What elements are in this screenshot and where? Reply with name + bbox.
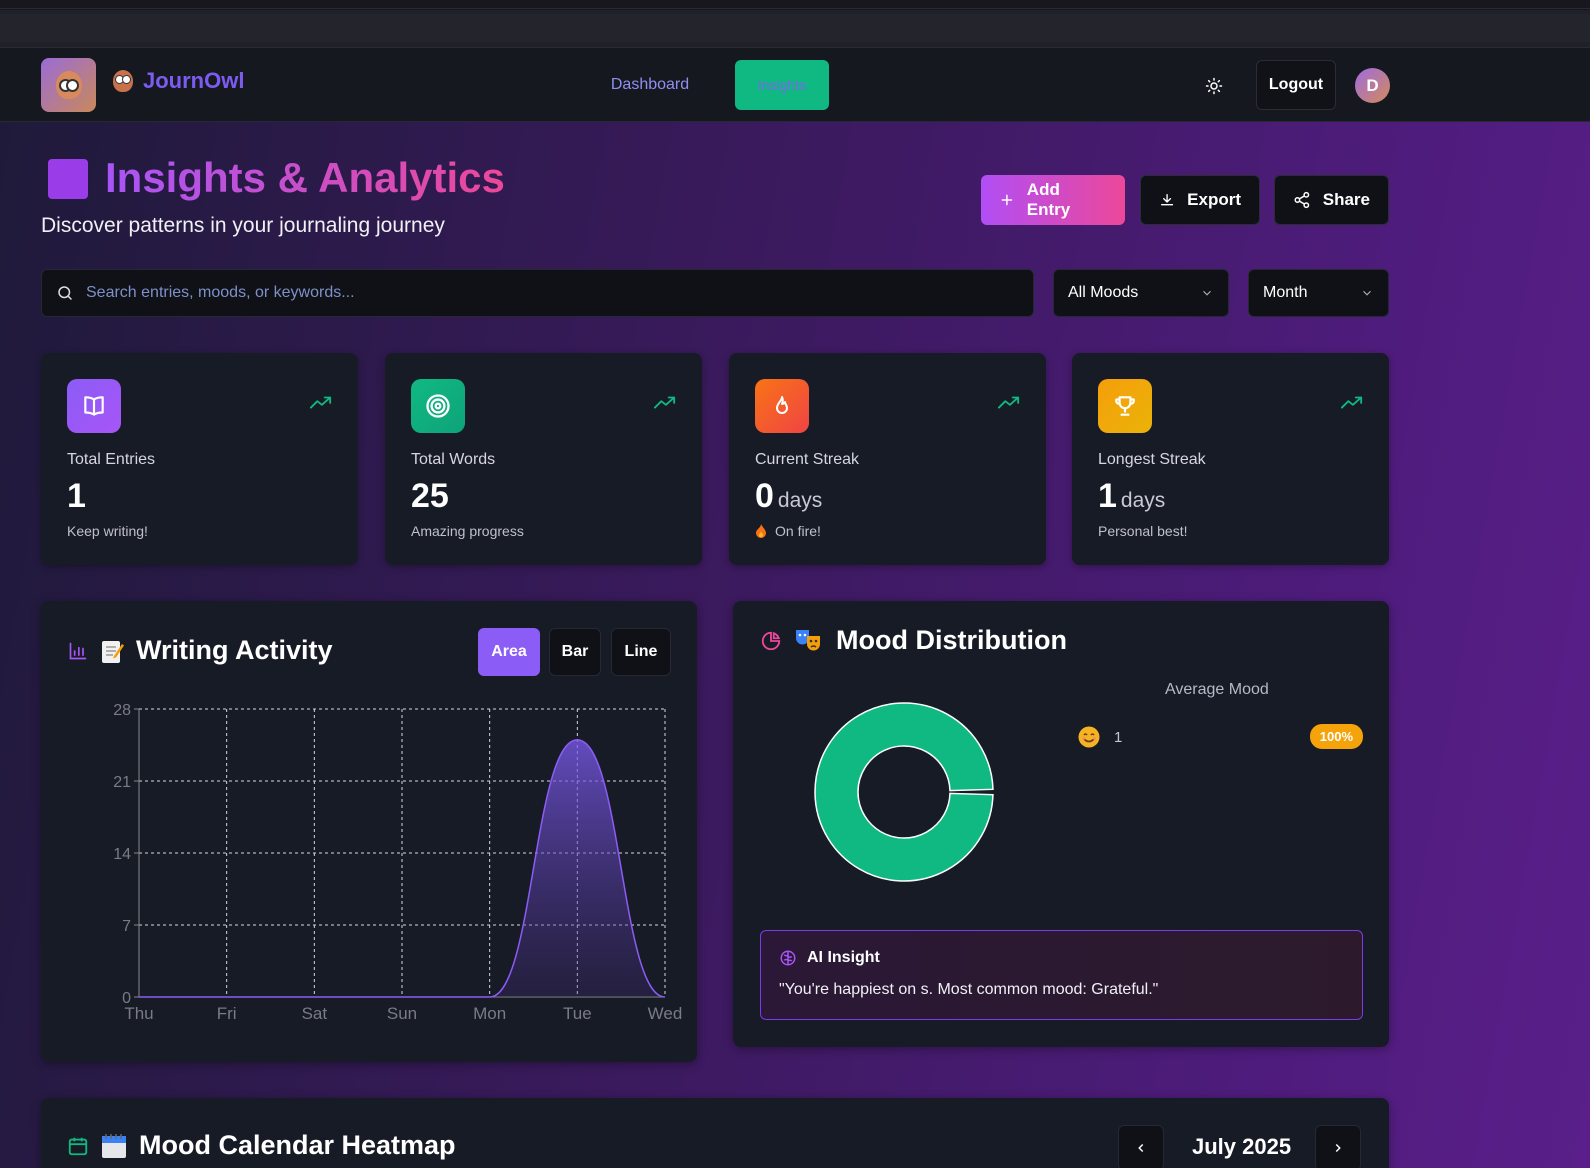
x-tick-label: Tue <box>563 1004 592 1023</box>
donut-slice[interactable] <box>814 702 994 882</box>
pie-chart-icon <box>761 631 781 650</box>
mood-distribution-title: Mood Distribution <box>760 625 1067 656</box>
main-content: Insights & Analytics Discover patterns i… <box>0 122 1590 1168</box>
book-icon <box>67 379 121 433</box>
stat-note: Keep writing! <box>67 523 148 539</box>
nav-insights[interactable]: Insights <box>735 60 829 110</box>
export-button[interactable]: Export <box>1140 175 1260 225</box>
mood-distribution-panel: Mood Distribution Average Mood 1 100% AI… <box>733 601 1389 1047</box>
stat-note: On fire! <box>755 523 821 539</box>
heatmap-month-label: July 2025 <box>1192 1134 1292 1159</box>
export-label: Export <box>1187 190 1241 209</box>
prev-month-button[interactable] <box>1118 1125 1164 1168</box>
theme-toggle-sun-icon[interactable] <box>1196 72 1232 100</box>
nav-dashboard[interactable]: Dashboard <box>600 60 700 110</box>
trending-up-icon <box>654 396 676 415</box>
spiral-calendar-icon <box>102 1133 126 1158</box>
user-avatar[interactable]: D <box>1355 68 1390 103</box>
download-icon <box>1161 193 1174 206</box>
stat-unit: days <box>777 489 823 512</box>
mood-percent-badge: 100% <box>1309 724 1363 749</box>
target-icon <box>411 379 465 433</box>
stat-note: Personal best! <box>1098 523 1188 539</box>
mood-filter-select[interactable]: All Moods <box>1053 269 1229 317</box>
y-tick-label: 21 <box>113 774 131 791</box>
browser-tab-strip <box>0 10 1590 48</box>
flame-icon <box>755 379 809 433</box>
ai-insight-text: "You're happiest on s. Most common mood:… <box>779 981 1159 998</box>
stat-value: 0 days <box>755 477 823 515</box>
stat-note: Amazing progress <box>411 523 524 539</box>
logout-button[interactable]: Logout <box>1256 60 1336 110</box>
stat-card-current-streak: Current Streak 0 days On fire! <box>729 353 1046 565</box>
mood-donut-chart <box>814 702 994 882</box>
window-top-bar <box>0 0 1590 9</box>
search-icon <box>58 286 72 300</box>
share-label: Share <box>1322 190 1370 209</box>
trophy-icon <box>1098 379 1152 433</box>
brand-name: JournOwl <box>143 68 245 93</box>
x-tick-label: Mon <box>473 1004 506 1023</box>
y-tick-label: 14 <box>113 846 131 863</box>
brain-icon <box>780 950 796 966</box>
mood-filter-value: All Moods <box>1068 284 1139 301</box>
stat-label: Current Streak <box>755 451 860 468</box>
next-month-button[interactable] <box>1315 1125 1361 1168</box>
x-tick-label: Sat <box>302 1004 328 1023</box>
x-tick-label: Thu <box>124 1004 153 1023</box>
share-button[interactable]: Share <box>1274 175 1389 225</box>
mood-count: 1 <box>1114 728 1123 746</box>
y-tick-label: 7 <box>122 918 131 935</box>
search-input[interactable] <box>86 284 986 302</box>
page-subtitle: Discover patterns in your journaling jou… <box>41 214 445 237</box>
chevron-down-icon <box>1363 290 1371 296</box>
area-fill <box>139 739 665 997</box>
chevron-right-icon <box>1335 1143 1341 1153</box>
calendar-icon <box>68 1137 88 1155</box>
x-tick-label: Fri <box>217 1004 237 1023</box>
top-navbar: JournOwl Dashboard Insights Logout D <box>0 48 1590 122</box>
stat-value: 25 <box>411 477 449 515</box>
add-entry-button[interactable]: Add Entry <box>981 175 1125 225</box>
share-icon <box>1294 191 1310 209</box>
mood-legend-item: 1 100% <box>1078 724 1363 750</box>
x-tick-label: Sun <box>387 1004 417 1023</box>
theater-masks-icon <box>796 629 820 650</box>
add-entry-label: Add Entry <box>1026 180 1071 219</box>
chevron-left-icon <box>1138 1143 1144 1153</box>
mood-heatmap-panel: Mood Calendar Heatmap July 2025 <box>41 1098 1389 1168</box>
period-filter-select[interactable]: Month <box>1248 269 1389 317</box>
trending-up-icon <box>310 396 332 415</box>
y-tick-label: 28 <box>113 702 131 719</box>
brand[interactable]: JournOwl <box>113 68 244 94</box>
stat-card-total-words: Total Words 25 Amazing progress <box>385 353 702 565</box>
x-tick-label: Wed <box>648 1004 683 1023</box>
stat-value: 1 days <box>1098 477 1166 515</box>
plus-icon <box>1001 194 1013 206</box>
trending-up-icon <box>998 396 1020 415</box>
stat-label: Longest Streak <box>1098 451 1206 468</box>
heatmap-title: Mood Calendar Heatmap <box>67 1130 456 1161</box>
stat-unit: days <box>1120 489 1166 512</box>
ai-insight-box: AI Insight "You're happiest on s. Most c… <box>760 930 1363 1020</box>
writing-activity-panel: Writing Activity Area Bar Line 0 7 14 21 28 T… <box>41 601 697 1062</box>
search-bar[interactable] <box>41 269 1034 317</box>
insights-square-icon <box>48 159 88 199</box>
average-mood-label: Average Mood <box>1165 681 1269 698</box>
owl-icon <box>113 70 133 92</box>
trending-up-icon <box>1341 396 1363 415</box>
stat-label: Total Words <box>411 451 496 468</box>
ai-insight-title: AI Insight <box>807 949 880 966</box>
page-title: Insights & Analytics <box>105 154 505 201</box>
stat-label: Total Entries <box>67 451 156 468</box>
logo-owl-icon[interactable] <box>41 58 96 112</box>
smiling-face-emoji-icon <box>1078 726 1100 748</box>
fire-emoji-icon <box>756 524 766 538</box>
stat-value: 1 <box>67 477 86 515</box>
stat-card-longest-streak: Longest Streak 1 days Personal best! <box>1072 353 1389 565</box>
chevron-down-icon <box>1203 290 1211 296</box>
stat-card-total-entries: Total Entries 1 Keep writing! <box>41 353 358 565</box>
writing-activity-chart: 07142128Thu Fri Sat Sun Mon Tue Wed <box>113 702 683 1023</box>
period-filter-value: Month <box>1263 284 1308 301</box>
